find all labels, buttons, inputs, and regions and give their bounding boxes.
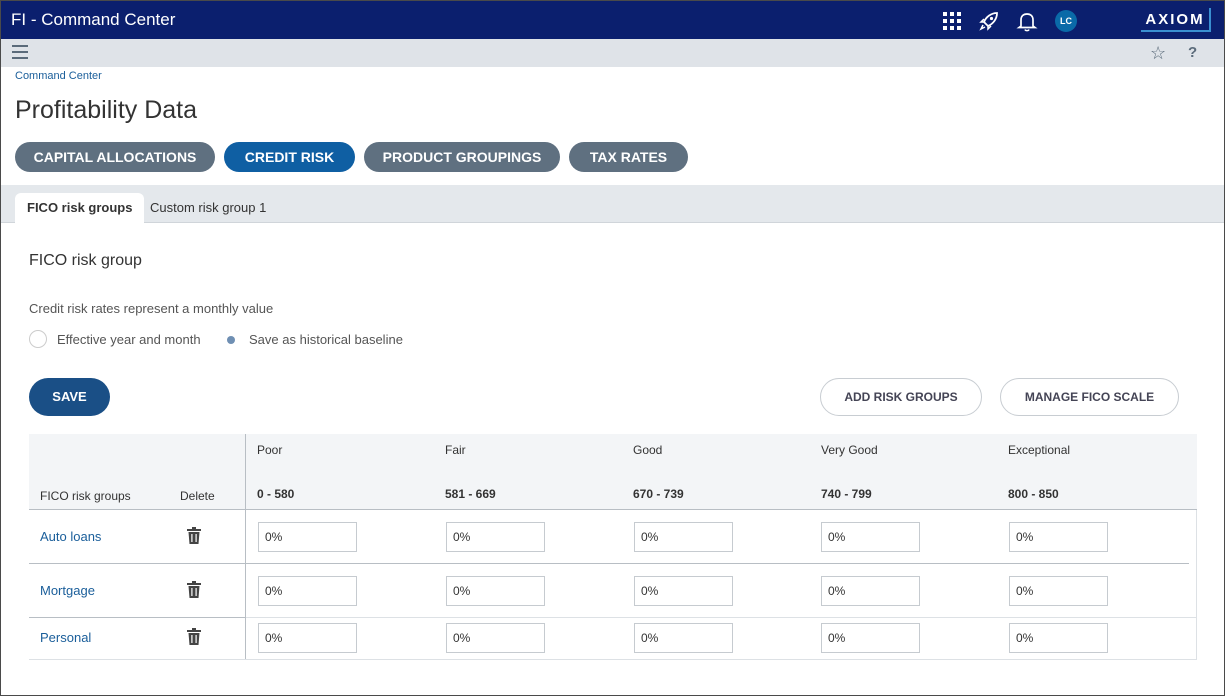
table-bottom-border: [29, 659, 1197, 660]
rate-input[interactable]: [446, 576, 545, 606]
col-header-poor: Poor: [257, 443, 283, 457]
avatar[interactable]: LC: [1055, 10, 1077, 32]
tab-strip: FICO risk groups Custom risk group 1: [1, 185, 1224, 223]
rate-input[interactable]: [634, 522, 733, 552]
col-range-fair: 581 - 669: [445, 487, 496, 501]
col-header-good: Good: [633, 443, 663, 457]
col-header-exceptional: Exceptional: [1008, 443, 1071, 457]
col-header-risk-groups: FICO risk groups: [40, 489, 131, 503]
rate-input[interactable]: [258, 623, 357, 653]
capital-allocations-button[interactable]: CAPITAL ALLOCATIONS: [15, 142, 215, 172]
row-divider: [246, 617, 1197, 618]
risk-group-link-personal[interactable]: Personal: [40, 630, 91, 645]
star-icon[interactable]: ☆: [1150, 43, 1166, 64]
risk-group-link-auto-loans[interactable]: Auto loans: [40, 529, 101, 544]
top-bar: FI - Command Center LC AXIOM: [1, 1, 1224, 39]
sub-toolbar: ☆ ?: [1, 39, 1224, 67]
axiom-logo: AXIOM: [1141, 8, 1211, 32]
rate-input[interactable]: [446, 522, 545, 552]
tab-custom-risk-group-1[interactable]: Custom risk group 1: [138, 193, 278, 223]
app-title: FI - Command Center: [11, 10, 176, 29]
monthly-value-note: Credit risk rates represent a monthly va…: [29, 301, 274, 316]
hamburger-icon[interactable]: [12, 45, 28, 59]
product-groupings-button[interactable]: PRODUCT GROUPINGS: [364, 142, 560, 172]
col-header-fair: Fair: [445, 443, 466, 457]
col-range-good: 670 - 739: [633, 487, 684, 501]
rate-input[interactable]: [821, 576, 920, 606]
rate-input[interactable]: [258, 522, 357, 552]
rate-input[interactable]: [258, 576, 357, 606]
row-divider: [29, 563, 245, 564]
breadcrumb[interactable]: Command Center: [15, 70, 102, 82]
row-divider: [246, 563, 1189, 564]
tax-rates-button[interactable]: TAX RATES: [569, 142, 688, 172]
radio-selected-dot: [227, 336, 235, 344]
manage-fico-scale-button[interactable]: MANAGE FICO SCALE: [1000, 378, 1179, 416]
fico-risk-table: FICO risk groups Delete Poor 0 - 580 Fai…: [29, 434, 1197, 660]
col-range-poor: 0 - 580: [257, 487, 295, 501]
col-range-very-good: 740 - 799: [821, 487, 872, 501]
trash-icon[interactable]: [187, 527, 201, 544]
radio-circle[interactable]: [29, 330, 47, 348]
trash-icon[interactable]: [187, 581, 201, 598]
col-header-very-good: Very Good: [821, 443, 878, 457]
trash-icon[interactable]: [187, 628, 201, 645]
rate-input[interactable]: [821, 522, 920, 552]
page-title: Profitability Data: [15, 96, 198, 124]
risk-group-link-mortgage[interactable]: Mortgage: [40, 583, 95, 598]
rate-input[interactable]: [1009, 623, 1108, 653]
save-button[interactable]: SAVE: [29, 378, 110, 416]
add-risk-groups-button[interactable]: ADD RISK GROUPS: [820, 378, 982, 416]
radio-label: Effective year and month: [57, 332, 201, 347]
rate-input[interactable]: [634, 623, 733, 653]
credit-risk-button[interactable]: CREDIT RISK: [224, 142, 355, 172]
apps-grid-icon[interactable]: [941, 10, 963, 32]
rate-input[interactable]: [446, 623, 545, 653]
column-divider: [245, 434, 246, 660]
section-title: FICO risk group: [29, 252, 142, 269]
rate-input[interactable]: [634, 576, 733, 606]
help-icon[interactable]: ?: [1188, 44, 1197, 61]
col-range-exceptional: 800 - 850: [1008, 487, 1059, 501]
bell-icon[interactable]: [1016, 10, 1038, 32]
rate-input[interactable]: [821, 623, 920, 653]
tab-fico-risk-groups[interactable]: FICO risk groups: [15, 193, 145, 223]
rate-input[interactable]: [1009, 522, 1108, 552]
rocket-icon[interactable]: [978, 10, 1000, 32]
radio-circle-selected[interactable]: [221, 330, 239, 348]
row-divider: [29, 617, 245, 618]
rate-input[interactable]: [1009, 576, 1108, 606]
header-bottom-border: [29, 509, 1197, 510]
table-right-border: [1196, 510, 1197, 660]
radio-label: Save as historical baseline: [249, 332, 403, 347]
col-header-delete: Delete: [180, 489, 215, 503]
